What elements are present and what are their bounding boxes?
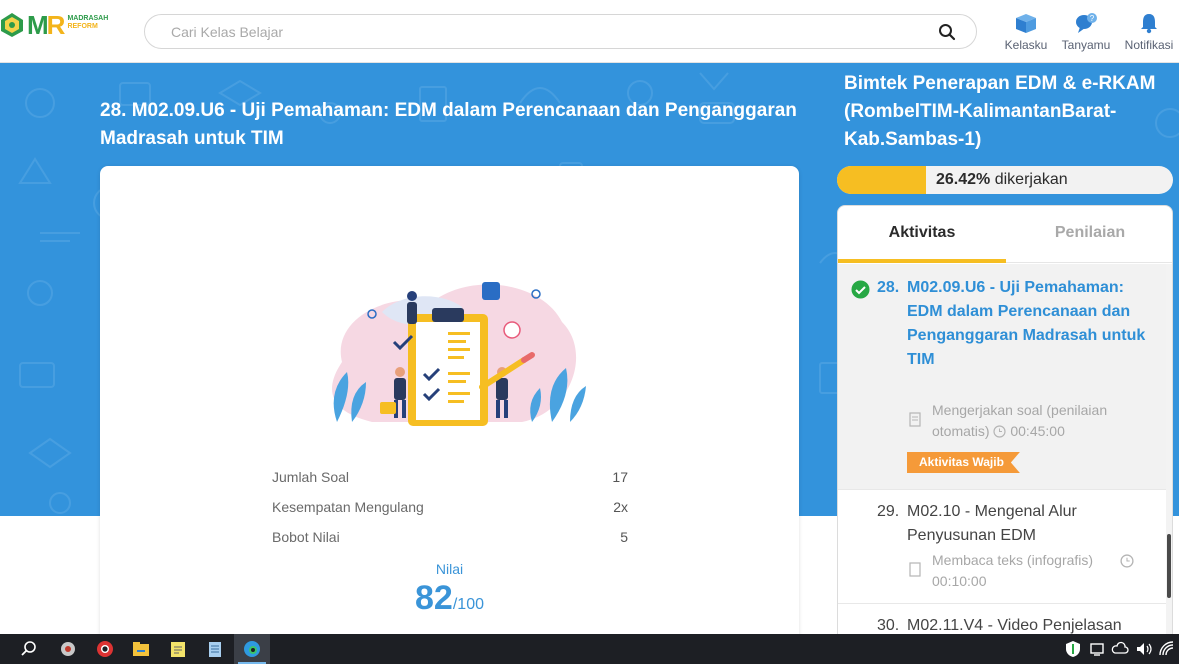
- progress-text: 26.42% dikerjakan: [936, 171, 1068, 188]
- activity-card: Jumlah Soal 17 Kesempatan Mengulang 2x B…: [100, 166, 799, 646]
- logo-mark: MR: [27, 10, 65, 40]
- edge-icon[interactable]: [242, 639, 262, 659]
- activity-panel: Aktivitas Penilaian 28. M02.09.U6 - Uji …: [837, 205, 1173, 645]
- question-bubble-icon: ?: [1076, 13, 1097, 33]
- stat-label: Bobot Nilai: [272, 529, 340, 545]
- nav-kelasku[interactable]: Kelasku: [996, 12, 1056, 52]
- logo[interactable]: MR MADRASAH REFORM: [0, 12, 108, 38]
- shield-icon[interactable]: [1063, 639, 1083, 659]
- windows-taskbar: [0, 634, 1179, 664]
- bell-icon: [1141, 14, 1157, 34]
- clock-icon: [1120, 554, 1134, 568]
- chrome-icon[interactable]: [95, 639, 115, 659]
- item-title[interactable]: M02.10 - Mengenal Alur Penyusunan EDM: [907, 500, 1147, 548]
- search-icon[interactable]: [19, 639, 39, 659]
- item-number: 29.: [877, 503, 900, 520]
- top-bar: MR MADRASAH REFORM Kelasku ? Tanyamu: [0, 0, 1179, 63]
- quiz-stats: Jumlah Soal 17 Kesempatan Mengulang 2x B…: [272, 469, 628, 559]
- item-meta: Mengerjakan soal (penilaian otomatis) 00…: [932, 402, 1108, 439]
- nav-tanyamu-label: Tanyamu: [1061, 38, 1111, 52]
- scrollbar-thumb[interactable]: [1167, 534, 1171, 598]
- stat-row-bobot-nilai: Bobot Nilai 5: [272, 529, 628, 559]
- list-item[interactable]: 29. M02.10 - Mengenal Alur Penyusunan ED…: [838, 490, 1166, 604]
- document-icon: [909, 562, 921, 577]
- score-label: Nilai: [435, 561, 464, 577]
- search-icon[interactable]: [938, 23, 956, 41]
- list-item-current[interactable]: 28. M02.09.U6 - Uji Pemahaman: EDM dalam…: [838, 264, 1166, 490]
- activity-list: 28. M02.09.U6 - Uji Pemahaman: EDM dalam…: [838, 264, 1166, 644]
- progress-fill: [837, 166, 926, 194]
- svg-text:?: ?: [1090, 14, 1095, 23]
- nav-tanyamu[interactable]: ? Tanyamu: [1056, 12, 1116, 52]
- nav-kelasku-label: Kelasku: [1004, 38, 1048, 52]
- clock-icon: [993, 425, 1007, 438]
- tab-aktivitas[interactable]: Aktivitas: [838, 206, 1006, 263]
- stat-row-kesempatan-mengulang: Kesempatan Mengulang 2x: [272, 499, 628, 529]
- document-icon: [909, 412, 921, 427]
- cloud-icon[interactable]: [1110, 639, 1130, 659]
- nav-notifikasi[interactable]: Notifikasi: [1119, 12, 1179, 52]
- search-bar[interactable]: [144, 14, 977, 49]
- item-number: 28.: [877, 279, 900, 296]
- nav-notifikasi-label: Notifikasi: [1124, 38, 1174, 52]
- stat-value: 2x: [613, 499, 628, 515]
- score-max: /100: [452, 596, 484, 613]
- stat-label: Jumlah Soal: [272, 469, 350, 485]
- item-meta: Membaca teks (infografis) 00:10:00: [932, 552, 1094, 589]
- notes-icon[interactable]: [168, 639, 188, 659]
- stat-value: 5: [620, 529, 628, 545]
- panel-scrollbar[interactable]: [1166, 264, 1172, 644]
- logo-wordmark: MADRASAH REFORM: [67, 14, 109, 30]
- stat-row-jumlah-soal: Jumlah Soal 17: [272, 469, 628, 499]
- file-explorer-icon[interactable]: [131, 639, 151, 659]
- check-circle-icon: [851, 280, 870, 299]
- panel-tabs: Aktivitas Penilaian: [838, 206, 1172, 263]
- badge-aktivitas-wajib: Aktivitas Wajib: [907, 452, 1020, 473]
- stat-label: Kesempatan Mengulang: [272, 499, 424, 515]
- search-input[interactable]: [171, 15, 871, 48]
- page-title: 28. M02.09.U6 - Uji Pemahaman: EDM dalam…: [100, 100, 797, 149]
- course-progress-bar: 26.42% dikerjakan: [837, 166, 1173, 194]
- wifi-icon[interactable]: [1157, 639, 1177, 659]
- course-title: Bimtek Penerapan EDM & e-RKAM (RombelTIM…: [844, 73, 1156, 150]
- score-display: 82/100: [100, 579, 799, 618]
- item-title[interactable]: M02.09.U6 - Uji Pemahaman: EDM dalam Per…: [907, 276, 1147, 372]
- stat-value: 17: [612, 469, 628, 485]
- tab-penilaian[interactable]: Penilaian: [1006, 206, 1172, 263]
- book-stack-icon: [1016, 14, 1036, 33]
- ministry-emblem-icon: [1, 13, 23, 37]
- notepad-icon[interactable]: [205, 639, 225, 659]
- score-value: 82: [415, 579, 453, 617]
- quiz-clipboard-illustration: [332, 282, 586, 426]
- app-icon[interactable]: [58, 639, 78, 659]
- volume-icon[interactable]: [1134, 639, 1154, 659]
- network-icon[interactable]: [1087, 639, 1107, 659]
